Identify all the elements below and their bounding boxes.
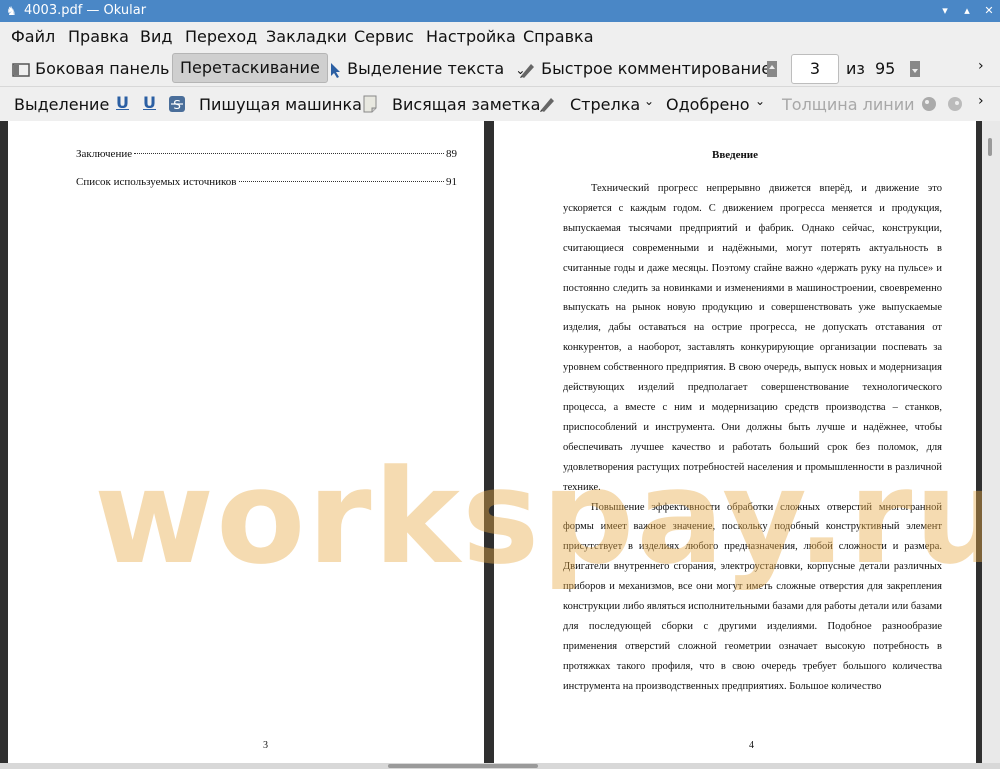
quick-comment-label: Быстрое комментирование [541,59,772,78]
underline-icon[interactable]: U [116,93,129,112]
toolbar-overflow-icon[interactable]: › [978,93,984,109]
toc-leader-dots [238,181,444,182]
strikeout-icon[interactable]: S [168,95,186,113]
previous-page-icon[interactable] [766,60,778,78]
page-number: 4 [749,740,754,751]
color-icon [922,97,936,111]
page-of-label: из [846,59,865,78]
stamp-tool[interactable]: Одобрено [666,95,750,114]
menu-bar: Файл Правка Вид Переход Закладки Сервис … [0,22,1000,50]
line-width-tool: Толщина линии [782,95,915,114]
toc-entry-title: Список используемых источников [76,176,237,188]
sidebar-icon [12,62,30,77]
text-select-label: Выделение текста [347,59,505,78]
menu-tools[interactable]: Сервис [354,27,414,46]
toc-entry[interactable]: Заключение 89 [76,148,457,160]
paragraph: Технический прогресс непрерывно движется… [563,183,942,493]
scrollbar-thumb[interactable] [988,138,992,156]
chevron-down-icon[interactable]: ⌄ [755,94,765,108]
toc-entry-title: Заключение [76,148,133,160]
document-page-4: Введение Технический прогресс непрерывно… [494,121,976,763]
arrow-tool[interactable]: Стрелка [570,95,640,114]
menu-file[interactable]: Файл [11,27,55,46]
chevron-down-icon[interactable]: ⌄ [644,94,654,108]
toc-leader-dots [134,153,444,154]
toolbar-overflow-icon[interactable]: › [978,58,984,74]
horizontal-scrollbar[interactable] [0,763,1000,769]
next-page-icon[interactable] [909,60,921,78]
note-icon[interactable] [362,95,378,113]
page-number: 3 [263,740,268,751]
menu-go[interactable]: Переход [185,27,257,46]
window-title: 4003.pdf — Okular [24,3,147,18]
sticky-note-tool[interactable]: Висящая заметка [392,95,540,114]
main-toolbar: Боковая панель Перетаскивание Выделение … [0,50,1000,87]
page-total-label: 95 [875,59,896,78]
menu-bookmarks[interactable]: Закладки [266,27,347,46]
cursor-icon [331,62,340,78]
toc-entry-page: 89 [446,148,457,160]
pen-icon[interactable] [538,95,556,113]
drag-mode-label: Перетаскивание [180,58,320,77]
document-viewport[interactable]: Заключение 89 Список используемых источн… [0,121,1000,769]
toc-entry-page: 91 [446,176,457,188]
quick-comment-button[interactable]: Быстрое комментирование [518,59,771,79]
document-page-3: Заключение 89 Список используемых источн… [8,121,484,763]
squiggly-underline-icon[interactable]: U [143,93,156,112]
sidebar-button-label: Боковая панель [35,59,170,78]
sidebar-button[interactable]: Боковая панель [12,59,169,78]
close-icon[interactable]: ✕ [982,4,996,18]
vertical-scrollbar[interactable] [982,121,1000,769]
paragraph: Повышение эффективности обработки сложны… [563,501,942,692]
opacity-icon [948,97,962,111]
highlight-tool[interactable]: Выделение [14,95,109,114]
menu-edit[interactable]: Правка [68,27,129,46]
menu-help[interactable]: Справка [523,27,594,46]
svg-text:S: S [173,98,181,112]
minimize-icon[interactable]: ▾ [938,4,952,18]
menu-view[interactable]: Вид [140,27,172,46]
maximize-icon[interactable]: ▴ [960,4,974,18]
annotation-toolbar: Выделение U U S Пишущая машинка Висящая … [0,87,1000,121]
page-number-input[interactable]: 3 [791,54,839,84]
pen-icon [520,63,534,78]
section-heading: Введение [711,149,759,161]
text-select-button[interactable]: Выделение текста ⌄ [328,59,525,79]
window-titlebar: ♞ 4003.pdf — Okular ▾ ▴ ✕ [0,0,1000,22]
toc-entry[interactable]: Список используемых источников 91 [76,176,457,188]
scrollbar-thumb[interactable] [388,764,538,768]
typewriter-tool[interactable]: Пишущая машинка [199,95,362,114]
body-text: Технический прогресс непрерывно движется… [563,179,942,697]
okular-app-icon: ♞ [6,4,17,18]
menu-settings[interactable]: Настройка [426,27,516,46]
drag-mode-button[interactable]: Перетаскивание [172,53,328,83]
